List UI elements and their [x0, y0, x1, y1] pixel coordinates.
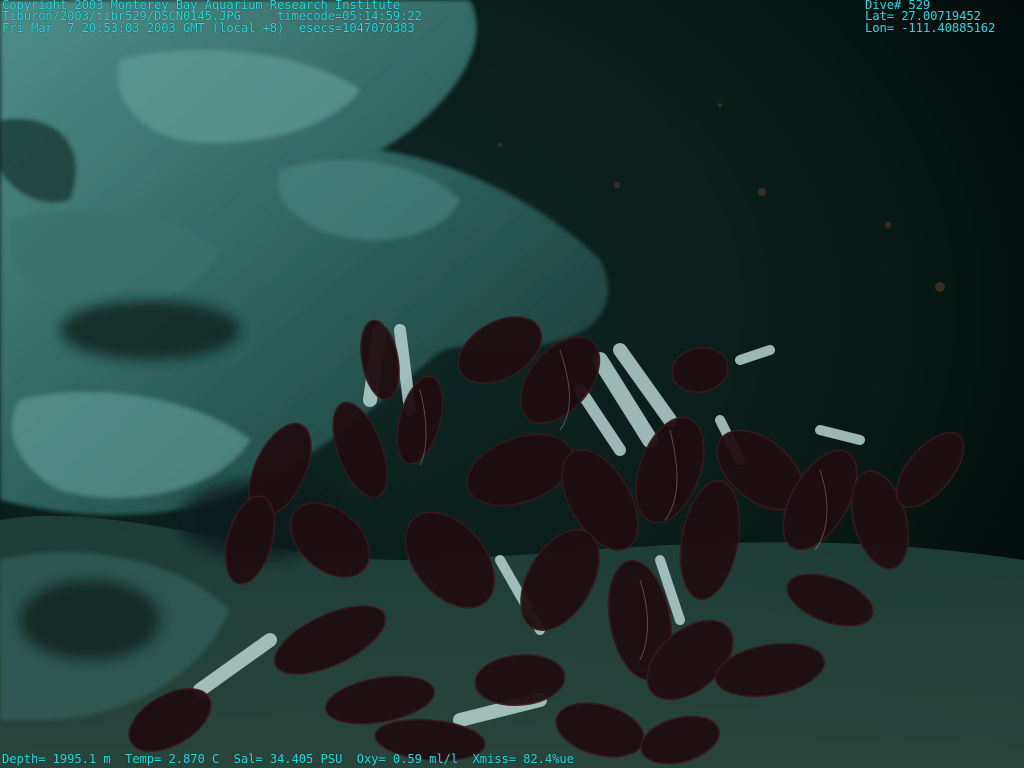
overlay-header-left: Copyright 2003 Monterey Bay Aquarium Res…	[2, 0, 422, 34]
longitude-text: Lon= -111.40885162	[865, 20, 996, 35]
depth-text: Depth= 1995.1 m	[2, 752, 111, 766]
deep-sea-vent-photo	[0, 0, 1024, 768]
datetime-text: Fri Mar 7 20:53:03 2003 GMT (local +8)	[2, 20, 285, 35]
esecs-text: esecs=1047070383	[298, 20, 415, 35]
overlay-header-right: Dive# 529 Lat= 27.00719452 Lon= -111.408…	[865, 0, 995, 34]
overlay-sensor-readout: Depth= 1995.1 m Temp= 2.870 C Sal= 34.40…	[2, 752, 574, 766]
temperature-text: Temp= 2.870 C	[125, 752, 220, 766]
salinity-text: Sal= 34.405 PSU	[233, 752, 343, 766]
transmissometer-text: Xmiss= 82.4%ue	[472, 752, 574, 766]
oxygen-text: Oxy= 0.59 ml/l	[356, 752, 459, 766]
